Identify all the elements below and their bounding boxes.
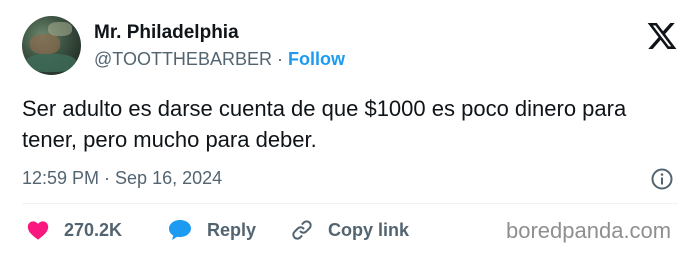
reply-button[interactable]: Reply — [167, 217, 256, 243]
tweet-text: Ser adulto es darse cuenta de que $1000 … — [22, 96, 627, 152]
reply-bubble-icon — [169, 220, 191, 240]
divider — [22, 203, 678, 204]
like-button[interactable]: 270.2K — [26, 217, 122, 243]
follow-button[interactable]: Follow — [288, 49, 345, 69]
timestamp[interactable]: 12:59 PM · Sep 16, 2024 — [22, 168, 222, 189]
avatar[interactable] — [22, 16, 81, 75]
handle-row: @TOOTTHEBARBER · Follow — [94, 49, 345, 70]
watermark: boredpanda.com — [506, 218, 672, 243]
info-icon[interactable] — [650, 167, 674, 191]
copy-link-button[interactable]: Copy link — [290, 217, 409, 243]
x-logo-icon[interactable] — [646, 20, 678, 52]
copy-link-label: Copy link — [328, 219, 410, 240]
link-icon — [292, 220, 312, 240]
separator-dot: · — [276, 49, 283, 69]
author-name[interactable]: Mr. Philadelphia — [94, 22, 239, 44]
reply-label: Reply — [207, 219, 257, 240]
heart-icon — [27, 221, 49, 240]
like-count: 270.2K — [64, 219, 123, 240]
author-handle[interactable]: @TOOTTHEBARBER — [94, 49, 272, 69]
